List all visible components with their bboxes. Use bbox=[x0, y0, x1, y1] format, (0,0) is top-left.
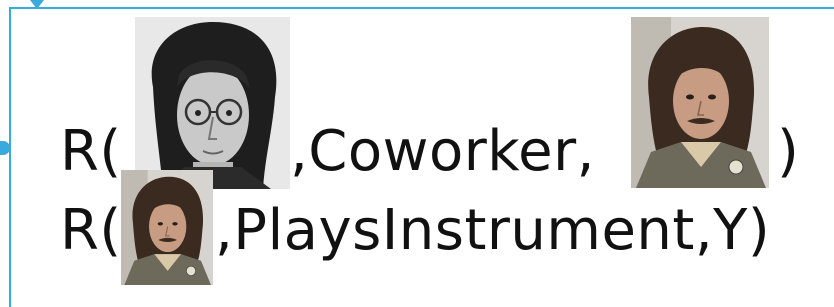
relation-prefix: R( bbox=[60, 198, 122, 263]
john-lennon-photo bbox=[135, 17, 290, 189]
relation-name: ,Coworker, bbox=[290, 119, 595, 184]
relation-suffix: ) bbox=[777, 119, 800, 184]
relation-name: ,PlaysInstrument,Y) bbox=[215, 198, 771, 263]
george-harrison-photo-small bbox=[121, 170, 213, 285]
george-harrison-photo bbox=[631, 17, 769, 188]
relation-prefix: R( bbox=[60, 119, 122, 184]
frame-corner-marker bbox=[30, 0, 44, 9]
